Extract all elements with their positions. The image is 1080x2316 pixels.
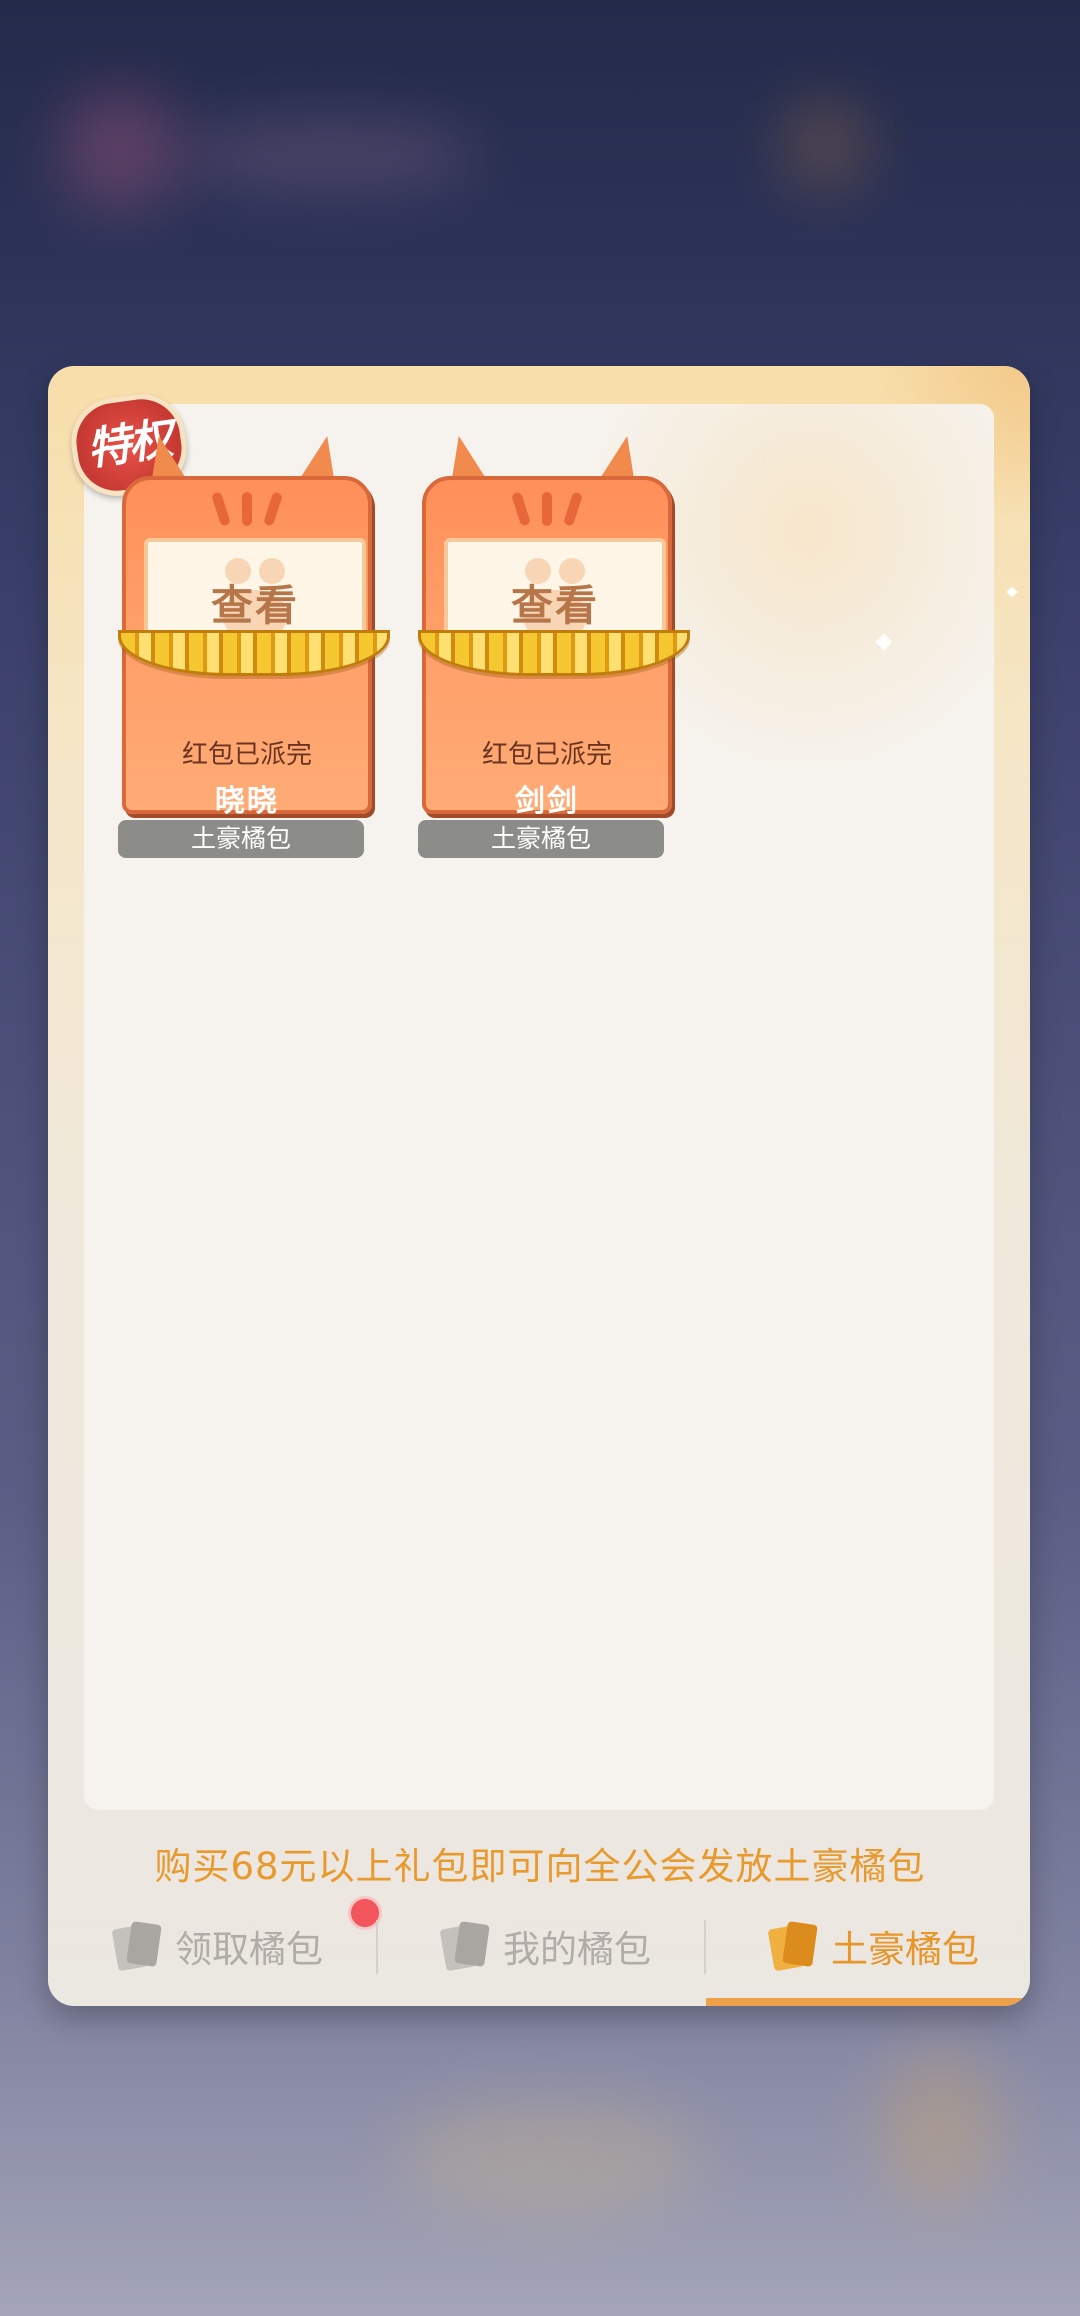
card-stack-icon — [767, 1921, 818, 1972]
cat-packet-icon: 查看 红包已派完 剑剑 — [418, 436, 690, 819]
cat-card-icon — [111, 1921, 162, 1972]
gold-chain-icon — [418, 630, 690, 676]
tab-label: 我的橘包 — [503, 1928, 651, 1971]
tab-divider — [376, 1920, 378, 1974]
packet-owner: 晓晓 — [215, 784, 279, 819]
background-blur — [400, 2100, 700, 2220]
packet-body: 查看 红包已派完 晓晓 — [118, 476, 390, 819]
view-button-label[interactable]: 查看 — [448, 572, 662, 633]
bottom-tab-bar: 领取橘包 我的橘包 土豪橘包 — [48, 1896, 1030, 2006]
gold-chain-icon — [118, 630, 390, 676]
view-button-label[interactable]: 查看 — [148, 572, 362, 633]
tab-receive[interactable]: 领取橘包 — [94, 1896, 382, 1986]
packet-status: 红包已派完 — [181, 740, 312, 770]
background-blur — [780, 100, 870, 190]
card-stack-icon — [439, 1921, 490, 1972]
cat-packet-icon: 查看 红包已派完 晓晓 — [118, 436, 390, 819]
packet-status: 红包已派完 — [481, 740, 612, 770]
tab-rich-packets[interactable]: 土豪橘包 — [760, 1906, 990, 1986]
tab-my-packets[interactable]: 我的橘包 — [432, 1906, 662, 1986]
background-blur — [880, 2050, 1000, 2210]
purchase-notice: 购买68元以上礼包即可向全公会发放土豪橘包 — [154, 1845, 926, 1888]
packet-type-tag: 土豪橘包 — [118, 820, 364, 858]
packet-owner: 剑剑 — [515, 784, 579, 819]
packet-type-tag: 土豪橘包 — [418, 820, 664, 858]
packet-body: 查看 红包已派完 剑剑 — [418, 476, 690, 819]
background-blur — [180, 120, 480, 190]
sparkle-icon — [1006, 586, 1018, 598]
tab-label: 领取橘包 — [175, 1928, 323, 1971]
tab-label: 土豪橘包 — [831, 1928, 979, 1971]
tab-divider — [704, 1920, 706, 1974]
background-blur — [60, 90, 180, 210]
